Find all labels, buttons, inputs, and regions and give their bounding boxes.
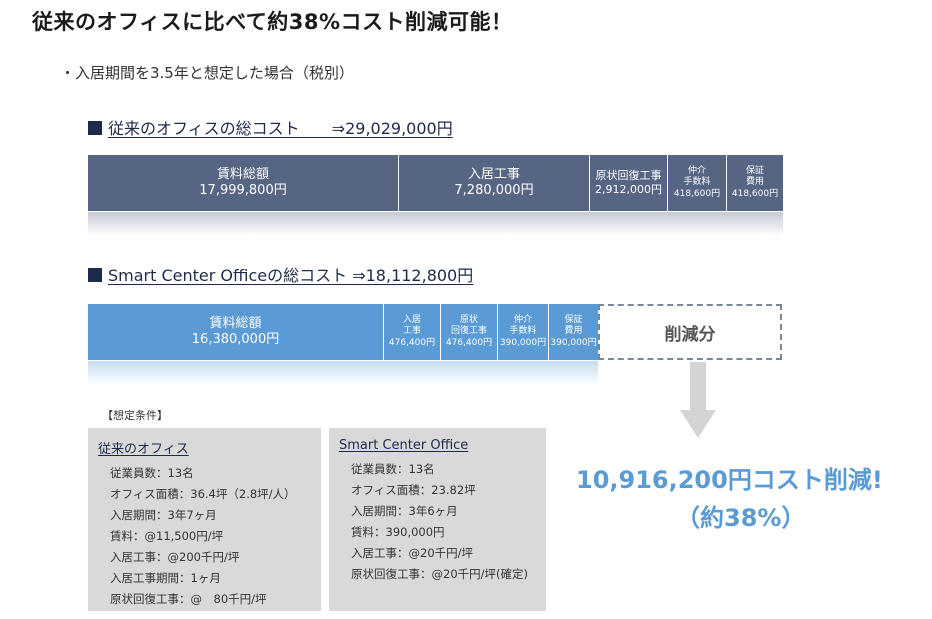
down-arrow-icon	[680, 410, 716, 438]
segment-label: 原状回復工事	[595, 169, 662, 183]
condition-row: オフィス面積：36.4坪（2.8坪/人）	[110, 487, 296, 501]
savings-box: 削減分	[598, 304, 782, 360]
condition-row: 入居期間：3年7ヶ月	[110, 508, 217, 522]
smart-cost-heading: Smart Center Officeの総コスト ⇒18,112,800円	[88, 262, 473, 286]
smart-cost-bar: 賃料総額 16,380,000円 入居 工事 476,400円 原状 回復工事 …	[88, 304, 598, 360]
page-subtitle: ・入居期間を3.5年と想定した場合（税別）	[60, 64, 354, 82]
condition-row: 入居工事期間：1ヶ月	[110, 571, 221, 585]
smart-segment-fitout: 入居 工事 476,400円	[384, 304, 441, 360]
smart-bar-reflection	[88, 361, 598, 385]
segment-value: 17,999,800円	[199, 183, 287, 198]
segment-label: 仲介 手数料	[683, 166, 711, 188]
condition-row: 入居工事：@200千円/坪	[110, 550, 240, 564]
segment-label: 賃料総額	[209, 315, 262, 331]
segment-label: 入居工事	[467, 166, 520, 182]
down-arrow-shaft	[690, 362, 706, 412]
square-bullet-icon	[88, 121, 102, 135]
savings-amount: 10,916,200円コスト削減!	[576, 466, 883, 494]
square-bullet-icon	[88, 268, 102, 282]
panel-heading: Smart Center Office	[339, 438, 469, 453]
traditional-segment-brokerage: 仲介 手数料 418,600円	[668, 155, 727, 211]
condition-row: 賃料：@11,500円/坪	[110, 529, 224, 543]
traditional-segment-rent: 賃料総額 17,999,800円	[88, 155, 399, 211]
traditional-cost-heading: 従来のオフィスの総コスト ⇒29,029,000円	[88, 115, 453, 139]
segment-value: 418,600円	[673, 188, 721, 199]
segment-label: 保証 費用	[745, 166, 764, 188]
condition-row: 原状回復工事：@20千円/坪(確定)	[351, 567, 528, 581]
traditional-segment-guarantee: 保証 費用 418,600円	[727, 155, 783, 211]
traditional-cost-bar: 賃料総額 17,999,800円 入居工事 7,280,000円 原状回復工事 …	[88, 155, 783, 211]
segment-value: 476,400円	[445, 337, 493, 348]
segment-value: 476,400円	[388, 337, 436, 348]
segment-label: 入居 工事	[402, 315, 421, 337]
condition-row: 従業員数：13名	[351, 462, 435, 476]
segment-value: 16,380,000円	[191, 332, 280, 347]
segment-label: 仲介 手数料	[509, 315, 537, 337]
traditional-conditions-panel: 従来のオフィス 従業員数：13名 オフィス面積：36.4坪（2.8坪/人） 入居…	[88, 428, 321, 611]
smart-conditions-panel: Smart Center Office 従業員数：13名 オフィス面積：23.8…	[329, 428, 546, 611]
smart-cost-heading-text: Smart Center Officeの総コスト ⇒18,112,800円	[108, 266, 474, 285]
savings-percent: （約38%）	[676, 504, 806, 532]
segment-value: 2,912,000円	[595, 183, 662, 196]
condition-row: 入居工事：@20千円/坪	[351, 546, 474, 560]
traditional-cost-heading-text: 従来のオフィスの総コスト ⇒29,029,000円	[108, 119, 453, 138]
segment-value: 7,280,000円	[454, 183, 534, 198]
traditional-bar-reflection	[88, 212, 783, 236]
smart-segment-brokerage: 仲介 手数料 390,000円	[498, 304, 549, 360]
segment-label: 保証 費用	[564, 315, 583, 337]
smart-segment-guarantee: 保証 費用 390,000円	[549, 304, 598, 360]
traditional-segment-restoration: 原状回復工事 2,912,000円	[590, 155, 668, 211]
smart-segment-rent: 賃料総額 16,380,000円	[88, 304, 384, 360]
page-title: 従来のオフィスに比べて約38%コスト削減可能！	[32, 10, 513, 34]
segment-value: 390,000円	[550, 337, 597, 348]
condition-row: オフィス面積：23.82坪	[351, 483, 476, 497]
smart-segment-restoration: 原状 回復工事 476,400円	[441, 304, 498, 360]
traditional-segment-fitout: 入居工事 7,280,000円	[399, 155, 590, 211]
condition-row: 従業員数：13名	[110, 466, 194, 480]
condition-row: 原状回復工事：@ 80千円/坪	[110, 592, 267, 606]
condition-row: 入居期間：3年6ヶ月	[351, 504, 458, 518]
conditions-label: 【想定条件】	[102, 409, 168, 422]
segment-label: 賃料総額	[216, 166, 269, 182]
segment-value: 418,600円	[731, 188, 779, 199]
segment-label: 原状 回復工事	[450, 315, 487, 337]
condition-row: 賃料：390,000円	[351, 525, 445, 539]
segment-value: 390,000円	[499, 337, 547, 348]
panel-heading: 従来のオフィス	[98, 442, 189, 457]
